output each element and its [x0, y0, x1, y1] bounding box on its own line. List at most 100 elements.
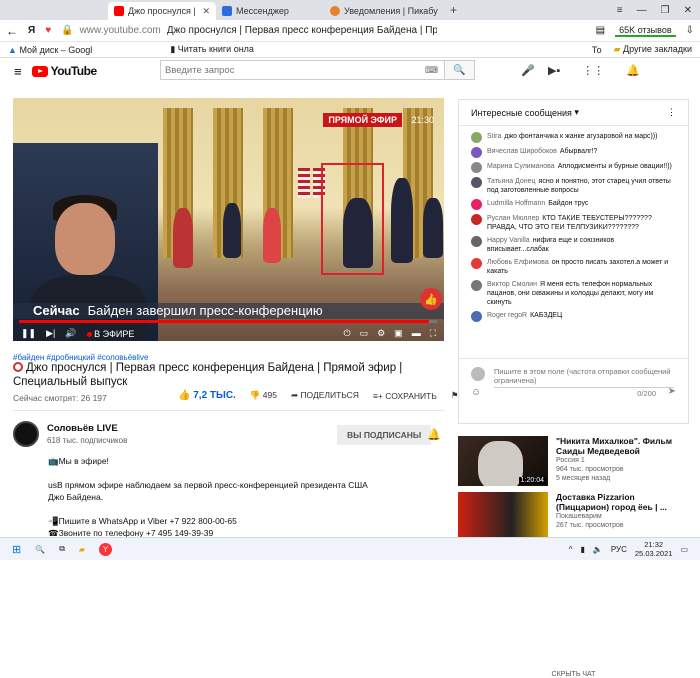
- youtube-favicon-icon: [114, 6, 124, 16]
- tab-pikabu[interactable]: Уведомления | Пикабу: [324, 2, 444, 20]
- download-icon[interactable]: ⇩: [686, 25, 694, 36]
- theater-icon[interactable]: ▬: [412, 328, 421, 339]
- share-button[interactable]: ➦ ПОДЕЛИТЬСЯ: [291, 390, 359, 401]
- video-thumbnail[interactable]: [458, 492, 548, 537]
- chat-author[interactable]: Марина Сулиманова: [487, 163, 555, 170]
- chat-author[interactable]: Ludmilla Hoffmann: [487, 200, 545, 207]
- chat-input[interactable]: Пишите в этом поле (частота отправки соо…: [494, 367, 674, 388]
- apps-icon[interactable]: ⋮⋮: [582, 64, 604, 77]
- search-icon[interactable]: 🔍: [35, 545, 45, 554]
- recommended-channel[interactable]: Россия 1: [556, 456, 690, 465]
- address-bar: ← Я ♥ 🔒 www.youtube.com Джо проснулся | …: [0, 20, 700, 42]
- tab-label: Джо проснулся | Перв: [128, 6, 198, 16]
- recommended-item[interactable]: 1:20:04 "Никита Михалков". Фильм Саиды М…: [458, 436, 690, 486]
- url-field[interactable]: 🔒 www.youtube.com Джо проснулся | Первая…: [61, 22, 586, 40]
- start-icon[interactable]: ⊞: [12, 543, 21, 556]
- language-indicator[interactable]: РУС: [611, 545, 627, 554]
- save-button[interactable]: ≡+ СОХРАНИТЬ: [373, 391, 437, 401]
- youtube-logo[interactable]: YouTube: [31, 64, 97, 78]
- desc-line: 📺Мы в эфире!: [48, 456, 109, 466]
- task-view-icon[interactable]: ⧉: [59, 544, 65, 554]
- yandex-browser-icon[interactable]: Y: [99, 542, 113, 556]
- microphone-icon[interactable]: 🎤: [521, 64, 535, 77]
- chat-avatar: [471, 147, 482, 158]
- notifications-icon[interactable]: 🔔: [626, 64, 640, 77]
- chat-author[interactable]: Любовь Елфимова: [487, 259, 549, 266]
- chat-author[interactable]: Вячеслав Широбоков: [487, 148, 557, 155]
- chat-input-area: Пишите в этом поле (частота отправки соо…: [459, 358, 688, 678]
- recommended-title[interactable]: "Никита Михалков". Фильм Саиды Медведево…: [556, 436, 690, 456]
- miniplayer-icon[interactable]: ▣: [394, 328, 403, 339]
- bookmark-google-drive[interactable]: ▲ Мой диск – Googl: [8, 45, 92, 55]
- maximize-icon[interactable]: ❐: [661, 5, 670, 16]
- chat-author[interactable]: Stira: [487, 133, 501, 140]
- pause-icon[interactable]: ❚❚: [21, 328, 36, 339]
- subtitles-icon[interactable]: ▭: [360, 328, 369, 339]
- volume-icon[interactable]: 🔊: [65, 328, 76, 339]
- recommended-channel[interactable]: Покашеварим: [556, 512, 690, 521]
- bookmark-other[interactable]: ▰ Другие закладки: [614, 44, 692, 55]
- close-tab-icon[interactable]: ✕: [202, 6, 210, 17]
- search-button[interactable]: 🔍: [444, 61, 474, 79]
- keyboard-icon[interactable]: ⌨: [425, 65, 444, 76]
- chat-avatar: [471, 132, 482, 143]
- chat-author[interactable]: Татьяна Донец: [487, 178, 536, 185]
- channel-name[interactable]: Соловьёв LIVE: [47, 423, 127, 434]
- network-icon[interactable]: ▮: [580, 545, 584, 554]
- reader-icon[interactable]: ▤: [596, 25, 605, 36]
- back-icon[interactable]: ←: [6, 24, 18, 38]
- dislike-button[interactable]: 👎 495: [250, 390, 277, 401]
- chat-message: Марина Сулиманова Аплодисменты и бурные о…: [471, 162, 676, 173]
- send-icon[interactable]: ➤: [668, 386, 676, 397]
- new-tab-icon[interactable]: +: [450, 3, 457, 17]
- more-icon[interactable]: ⋮: [667, 107, 676, 118]
- bookmark-to[interactable]: То: [592, 45, 602, 55]
- tray-up-icon[interactable]: ^: [569, 545, 573, 554]
- video-actions: 👍 7,2 ТЫС. 👎 495 ➦ ПОДЕЛИТЬСЯ ≡+ СОХРАНИ…: [178, 390, 459, 401]
- subscriber-count: 618 тыс. подписчиков: [47, 436, 128, 445]
- like-button[interactable]: 👍 7,2 ТЫС.: [178, 390, 236, 401]
- notification-bell-icon[interactable]: 🔔: [427, 428, 441, 441]
- chat-header[interactable]: Интересные сообщения ▾ ⋮: [459, 100, 688, 126]
- chat-author[interactable]: Happy Vanilla: [487, 237, 530, 244]
- tab-messenger[interactable]: Мессенджер: [216, 2, 324, 20]
- video-player[interactable]: ПРЯМОЙ ЭФИР 21:30 Сейчас Байден завершил …: [13, 98, 444, 341]
- reviews-badge[interactable]: 65K отзывов: [615, 24, 676, 37]
- like-overlay-icon[interactable]: 👍: [420, 288, 442, 310]
- hide-chat-button[interactable]: СКРЫТЬ ЧАТ: [459, 671, 688, 678]
- next-icon[interactable]: ▶|: [46, 328, 55, 339]
- settings-icon[interactable]: ⚙: [377, 328, 385, 339]
- search-input[interactable]: [161, 61, 425, 79]
- chat-author[interactable]: Виктор Смолин: [487, 281, 537, 288]
- chevron-down-icon: ▾: [574, 107, 579, 117]
- chat-author[interactable]: Roger regoR: [487, 312, 527, 319]
- emoji-icon[interactable]: ☺: [471, 387, 481, 398]
- create-video-icon[interactable]: ▶▪: [548, 64, 560, 77]
- hamburger-menu-icon[interactable]: ≡: [14, 64, 22, 79]
- notification-center-icon[interactable]: ▭: [680, 545, 688, 554]
- subscribed-button[interactable]: ВЫ ПОДПИСАНЫ: [337, 425, 432, 445]
- system-clock[interactable]: 21:32 25.03.2021: [635, 540, 673, 558]
- close-window-icon[interactable]: ✕: [684, 5, 692, 16]
- autoplay-toggle[interactable]: ⏻: [343, 328, 350, 339]
- fullscreen-icon[interactable]: ⛶: [430, 328, 436, 339]
- yandex-icon[interactable]: Я: [28, 25, 35, 36]
- file-explorer-icon[interactable]: ▰: [79, 545, 85, 554]
- favorite-icon[interactable]: ♥: [45, 25, 51, 36]
- chat-message: Руслан Мюллер КТО ТАКИЕ ТЕБУСТЕРЫ??????? …: [471, 214, 676, 232]
- recommended-title[interactable]: Доставка Pizzarion (Пиццарион) город ёеь…: [556, 492, 690, 512]
- live-chat: Интересные сообщения ▾ ⋮ Stira джо фонтанч…: [458, 99, 689, 678]
- channel-avatar[interactable]: [13, 421, 39, 447]
- menu-icon[interactable]: ≡: [617, 5, 623, 16]
- bookmark-books[interactable]: ▮ Читать книги онла: [170, 44, 254, 55]
- volume-tray-icon[interactable]: 🔈: [593, 545, 603, 554]
- chat-text: КАБЗДЕЦ: [530, 312, 563, 319]
- progress-bar[interactable]: [19, 320, 437, 323]
- tab-youtube[interactable]: Джо проснулся | Перв ✕: [108, 2, 216, 20]
- chat-author[interactable]: Руслан Мюллер: [487, 215, 539, 222]
- live-ring-icon: [13, 362, 23, 372]
- drive-icon: ▲: [8, 44, 17, 55]
- minimize-icon[interactable]: —: [637, 5, 647, 16]
- recommended-item[interactable]: Доставка Pizzarion (Пиццарион) город ёеь…: [458, 492, 690, 537]
- video-thumbnail[interactable]: 1:20:04: [458, 436, 548, 486]
